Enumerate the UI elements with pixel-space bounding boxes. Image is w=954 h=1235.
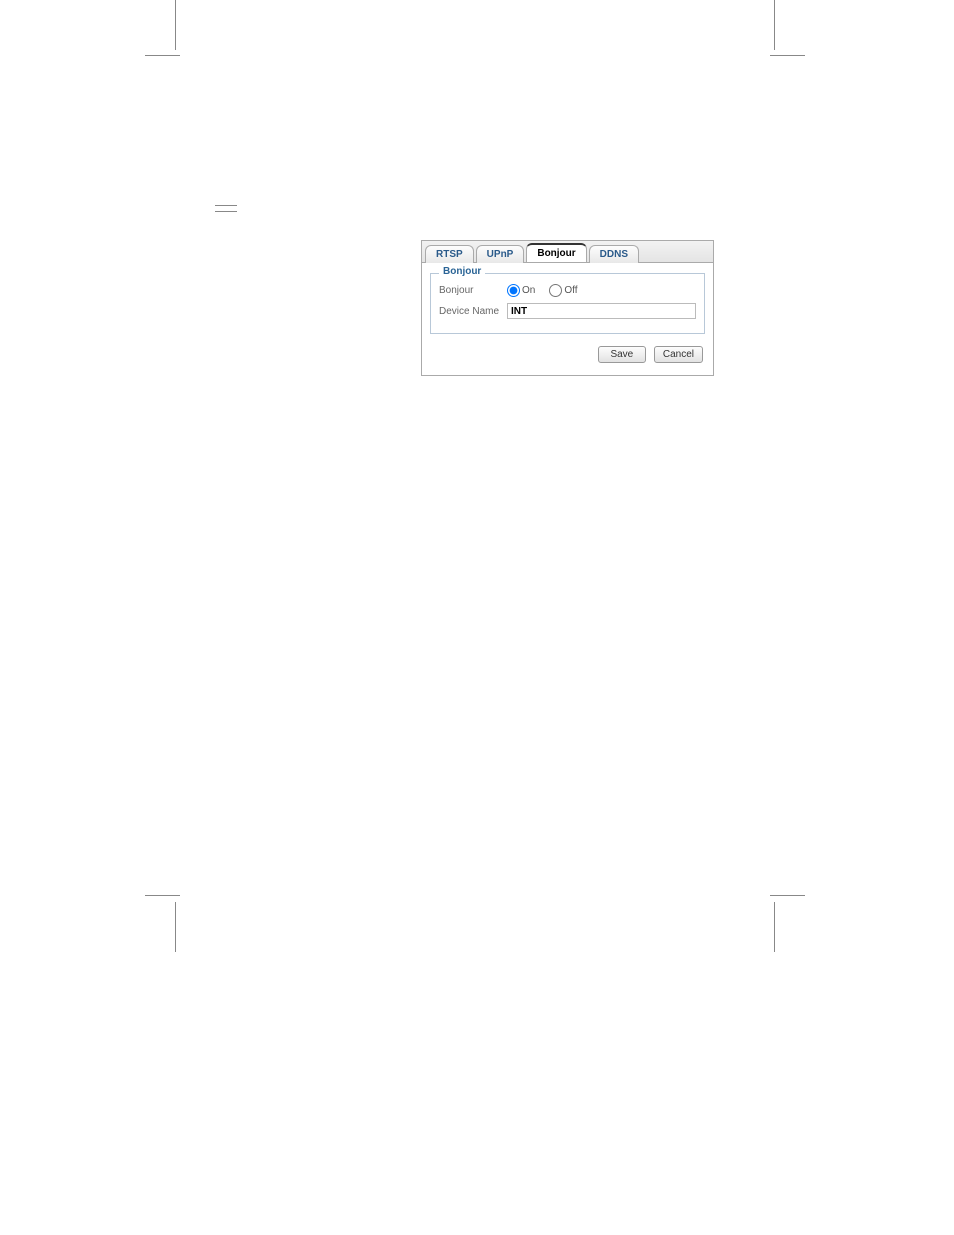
bonjour-off-label: Off	[564, 285, 577, 296]
tab-bar: RTSP UPnP Bonjour DDNS	[422, 241, 713, 263]
tab-content: Bonjour Bonjour On Off Device Name	[422, 263, 713, 375]
crop-mark	[215, 211, 237, 212]
bonjour-toggle-row: Bonjour On Off	[439, 284, 696, 297]
settings-panel: RTSP UPnP Bonjour DDNS Bonjour Bonjour O…	[421, 240, 714, 376]
crop-mark	[145, 55, 180, 56]
bonjour-label: Bonjour	[439, 285, 507, 296]
crop-mark	[774, 902, 775, 952]
crop-mark	[770, 55, 805, 56]
crop-mark	[770, 895, 805, 896]
cancel-button[interactable]: Cancel	[654, 346, 703, 363]
button-row: Save Cancel	[430, 346, 705, 367]
crop-mark	[175, 902, 176, 952]
bonjour-on-radio[interactable]	[507, 284, 520, 297]
device-name-row: Device Name	[439, 303, 696, 319]
device-name-label: Device Name	[439, 306, 507, 317]
device-name-input[interactable]	[507, 303, 696, 319]
bonjour-off-radio[interactable]	[549, 284, 562, 297]
crop-mark	[175, 0, 176, 50]
tab-upnp[interactable]: UPnP	[476, 245, 525, 263]
crop-mark	[774, 0, 775, 50]
bonjour-radio-group: On Off	[507, 284, 588, 297]
bonjour-fieldset: Bonjour Bonjour On Off Device Name	[430, 273, 705, 334]
tab-rtsp[interactable]: RTSP	[425, 245, 474, 263]
fieldset-legend: Bonjour	[439, 266, 485, 277]
save-button[interactable]: Save	[598, 346, 646, 363]
bonjour-on-label: On	[522, 285, 535, 296]
tab-bonjour[interactable]: Bonjour	[526, 243, 586, 262]
crop-mark	[145, 895, 180, 896]
tab-ddns[interactable]: DDNS	[589, 245, 639, 263]
crop-mark	[215, 205, 237, 206]
